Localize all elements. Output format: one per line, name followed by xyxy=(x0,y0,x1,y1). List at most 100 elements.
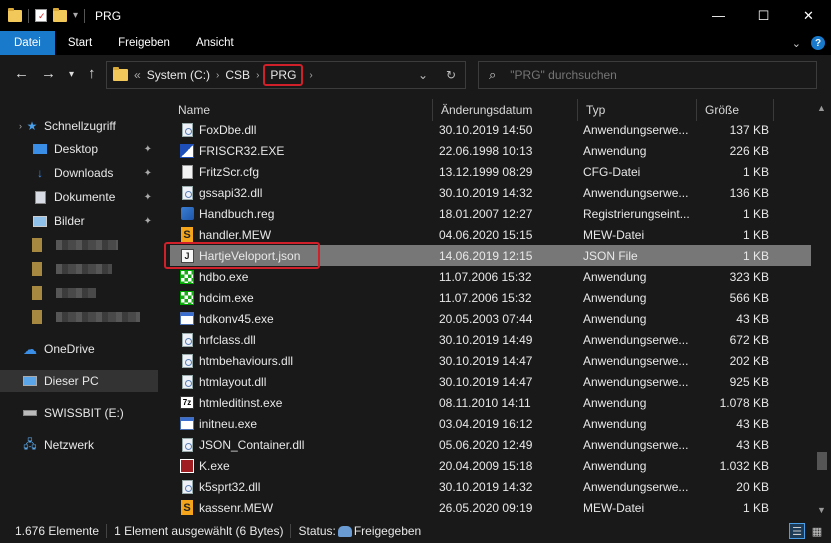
nav-item-desktop[interactable]: Desktop ✦ xyxy=(0,138,158,160)
file-row[interactable]: hdkonv45.exe 20.05.2003 07:44 Anwendung 43 … xyxy=(170,308,811,329)
application-icon xyxy=(180,143,194,158)
expand-ribbon-icon[interactable]: ⌄ xyxy=(792,37,801,50)
maximize-button[interactable]: ☐ xyxy=(741,0,786,31)
file-type: Anwendungserwe... xyxy=(583,479,689,494)
file-date: 30.10.2019 14:49 xyxy=(439,332,533,347)
nav-item-quick-access[interactable]: › ★ Schnellzugriff xyxy=(0,115,158,137)
nav-item-redacted-2[interactable] xyxy=(0,258,158,280)
file-type: Anwendungserwe... xyxy=(583,185,689,200)
status-label: Status: xyxy=(298,524,336,538)
pin-icon: ✦ xyxy=(143,167,152,179)
tab-start[interactable]: Start xyxy=(55,31,105,55)
file-name: K.exe xyxy=(199,458,230,473)
search-box[interactable]: ⌕ xyxy=(478,61,817,89)
scroll-up-icon[interactable]: ▲ xyxy=(817,103,826,113)
file-row[interactable]: initneu.exe 03.04.2019 16:12 Anwendung 43 K… xyxy=(170,413,811,434)
up-arrow-icon[interactable]: ↑ xyxy=(88,65,96,82)
search-input[interactable] xyxy=(510,68,801,82)
chevron-right-icon[interactable]: › xyxy=(256,70,259,81)
file-type: Anwendungserwe... xyxy=(583,437,689,452)
column-header-type[interactable]: Typ xyxy=(578,99,697,121)
refresh-icon[interactable]: ↻ xyxy=(437,68,465,82)
column-header-name[interactable]: Name xyxy=(170,99,433,121)
nav-item-redacted-3[interactable] xyxy=(0,282,158,304)
breadcrumb-csb[interactable]: CSB xyxy=(225,68,250,82)
new-folder-icon[interactable] xyxy=(53,7,67,22)
selection-info: 1 Element ausgewählt (6 Bytes) xyxy=(107,524,292,538)
forward-arrow-icon[interactable]: → xyxy=(41,65,56,82)
breadcrumb-prg[interactable]: PRG xyxy=(263,64,304,86)
nav-item-redacted-4[interactable] xyxy=(0,306,158,328)
file-name: Handbuch.reg xyxy=(199,206,275,221)
help-icon[interactable]: ? xyxy=(811,36,825,50)
file-date: 20.05.2003 07:44 xyxy=(439,311,533,326)
tab-freigeben[interactable]: Freigeben xyxy=(105,31,183,55)
shared-users-icon xyxy=(337,525,352,537)
folder-icon xyxy=(8,7,22,22)
column-header-date[interactable]: Änderungsdatum xyxy=(433,99,578,121)
usb-drive-icon xyxy=(22,406,38,420)
recent-locations-icon[interactable]: ▾ xyxy=(69,69,74,80)
tab-ansicht[interactable]: Ansicht xyxy=(183,31,247,55)
large-icons-view-icon[interactable]: ▦ xyxy=(809,523,825,539)
nav-item-dokumente[interactable]: Dokumente ✦ xyxy=(0,186,158,208)
file-row[interactable]: hdbo.exe 11.07.2006 15:32 Anwendung 323 KB xyxy=(170,266,811,287)
dll-file-icon xyxy=(180,353,194,368)
view-switcher: ☰ ▦ xyxy=(789,523,825,539)
file-date: 30.10.2019 14:50 xyxy=(439,122,533,137)
minimize-button[interactable]: — xyxy=(696,0,741,31)
file-type: Anwendung xyxy=(583,143,647,158)
back-arrow-icon[interactable]: ← xyxy=(14,65,29,82)
file-row[interactable]: FritzScr.cfg 13.12.1999 08:29 CFG-Datei 1 K… xyxy=(170,161,811,182)
nav-item-downloads[interactable]: ↓ Downloads ✦ xyxy=(0,162,158,184)
file-row[interactable]: FoxDbe.dll 30.10.2019 14:50 Anwendungserwe… xyxy=(170,119,811,140)
file-name: hrfclass.dll xyxy=(199,332,256,347)
nav-item-network[interactable]: 🖧 Netzwerk xyxy=(0,434,158,456)
breadcrumb-overflow[interactable]: « xyxy=(134,68,141,82)
file-name: handler.MEW xyxy=(199,227,272,242)
divider xyxy=(84,8,86,23)
nav-item-usb-drive[interactable]: SWISSBIT (E:) xyxy=(0,402,158,424)
file-row[interactable]: 7z htmleditinst.exe 08.11.2010 14:11 Anwend… xyxy=(170,392,811,413)
nav-item-bilder[interactable]: Bilder ✦ xyxy=(0,210,158,232)
nav-item-this-pc[interactable]: Dieser PC xyxy=(0,370,158,392)
vertical-scrollbar[interactable]: ▲ ▼ xyxy=(813,95,831,519)
sharing-status: Status: Freigegeben xyxy=(291,524,428,538)
file-row[interactable]: K.exe 20.04.2009 15:18 Anwendung 1.032 KB xyxy=(170,455,811,476)
chevron-right-icon[interactable]: › xyxy=(0,121,22,131)
file-row[interactable]: FRISCR32.EXE 22.06.1998 10:13 Anwendung 226… xyxy=(170,140,811,161)
icon-graphic xyxy=(181,164,193,179)
icon-graphic xyxy=(180,458,194,473)
chevron-right-icon[interactable]: › xyxy=(309,70,312,81)
file-row[interactable]: htmlayout.dll 30.10.2019 14:47 Anwendungse… xyxy=(170,371,811,392)
dll-file-icon xyxy=(180,374,194,389)
file-row[interactable]: J HartjeVeloport.json 14.06.2019 12:15 JSON… xyxy=(164,242,811,269)
file-row[interactable]: k5sprt32.dll 30.10.2019 14:32 Anwendungser… xyxy=(170,476,811,497)
file-row[interactable]: gssapi32.dll 30.10.2019 14:32 Anwendungser… xyxy=(170,182,811,203)
file-size: 136 KB xyxy=(729,185,769,200)
nav-item-onedrive[interactable]: ☁ OneDrive xyxy=(0,338,158,360)
file-row[interactable]: Skassenr.MEW 26.05.2020 09:19 MEW-Datei 1 K… xyxy=(170,497,811,518)
file-name: kassenr.MEW xyxy=(199,500,274,515)
address-bar[interactable]: « System (C:) › CSB › PRG › ⌄ ↻ xyxy=(106,61,466,89)
chevron-right-icon[interactable]: › xyxy=(216,70,219,81)
tab-datei[interactable]: Datei xyxy=(0,31,55,55)
customize-toolbar-icon[interactable]: ▾ xyxy=(73,10,78,21)
scroll-down-icon[interactable]: ▼ xyxy=(817,505,826,515)
column-header-size[interactable]: Größe xyxy=(697,99,774,121)
icon-graphic: S xyxy=(181,227,193,242)
scroll-thumb[interactable] xyxy=(817,452,827,470)
dll-file-icon xyxy=(180,479,194,494)
details-view-icon[interactable]: ☰ xyxy=(789,523,805,539)
file-row[interactable]: Handbuch.reg 18.01.2007 12:27 Registrierun… xyxy=(170,203,811,224)
file-row[interactable]: htmbehaviours.dll 30.10.2019 14:47 Anwendu… xyxy=(170,350,811,371)
chevron-down-icon[interactable]: ⌄ xyxy=(409,68,437,82)
breadcrumb-system-c[interactable]: System (C:) xyxy=(147,68,210,82)
nav-item-redacted-1[interactable] xyxy=(0,234,158,256)
properties-icon[interactable]: ✓ xyxy=(35,9,47,22)
icon-graphic xyxy=(181,185,193,200)
close-button[interactable]: ✕ xyxy=(786,0,831,31)
file-row[interactable]: hdcim.exe 11.07.2006 15:32 Anwendung 566 KB xyxy=(170,287,811,308)
file-row[interactable]: hrfclass.dll 30.10.2019 14:49 Anwendungser… xyxy=(170,329,811,350)
file-row[interactable]: JSON_Container.dll 05.06.2020 12:49 Anwend… xyxy=(170,434,811,455)
